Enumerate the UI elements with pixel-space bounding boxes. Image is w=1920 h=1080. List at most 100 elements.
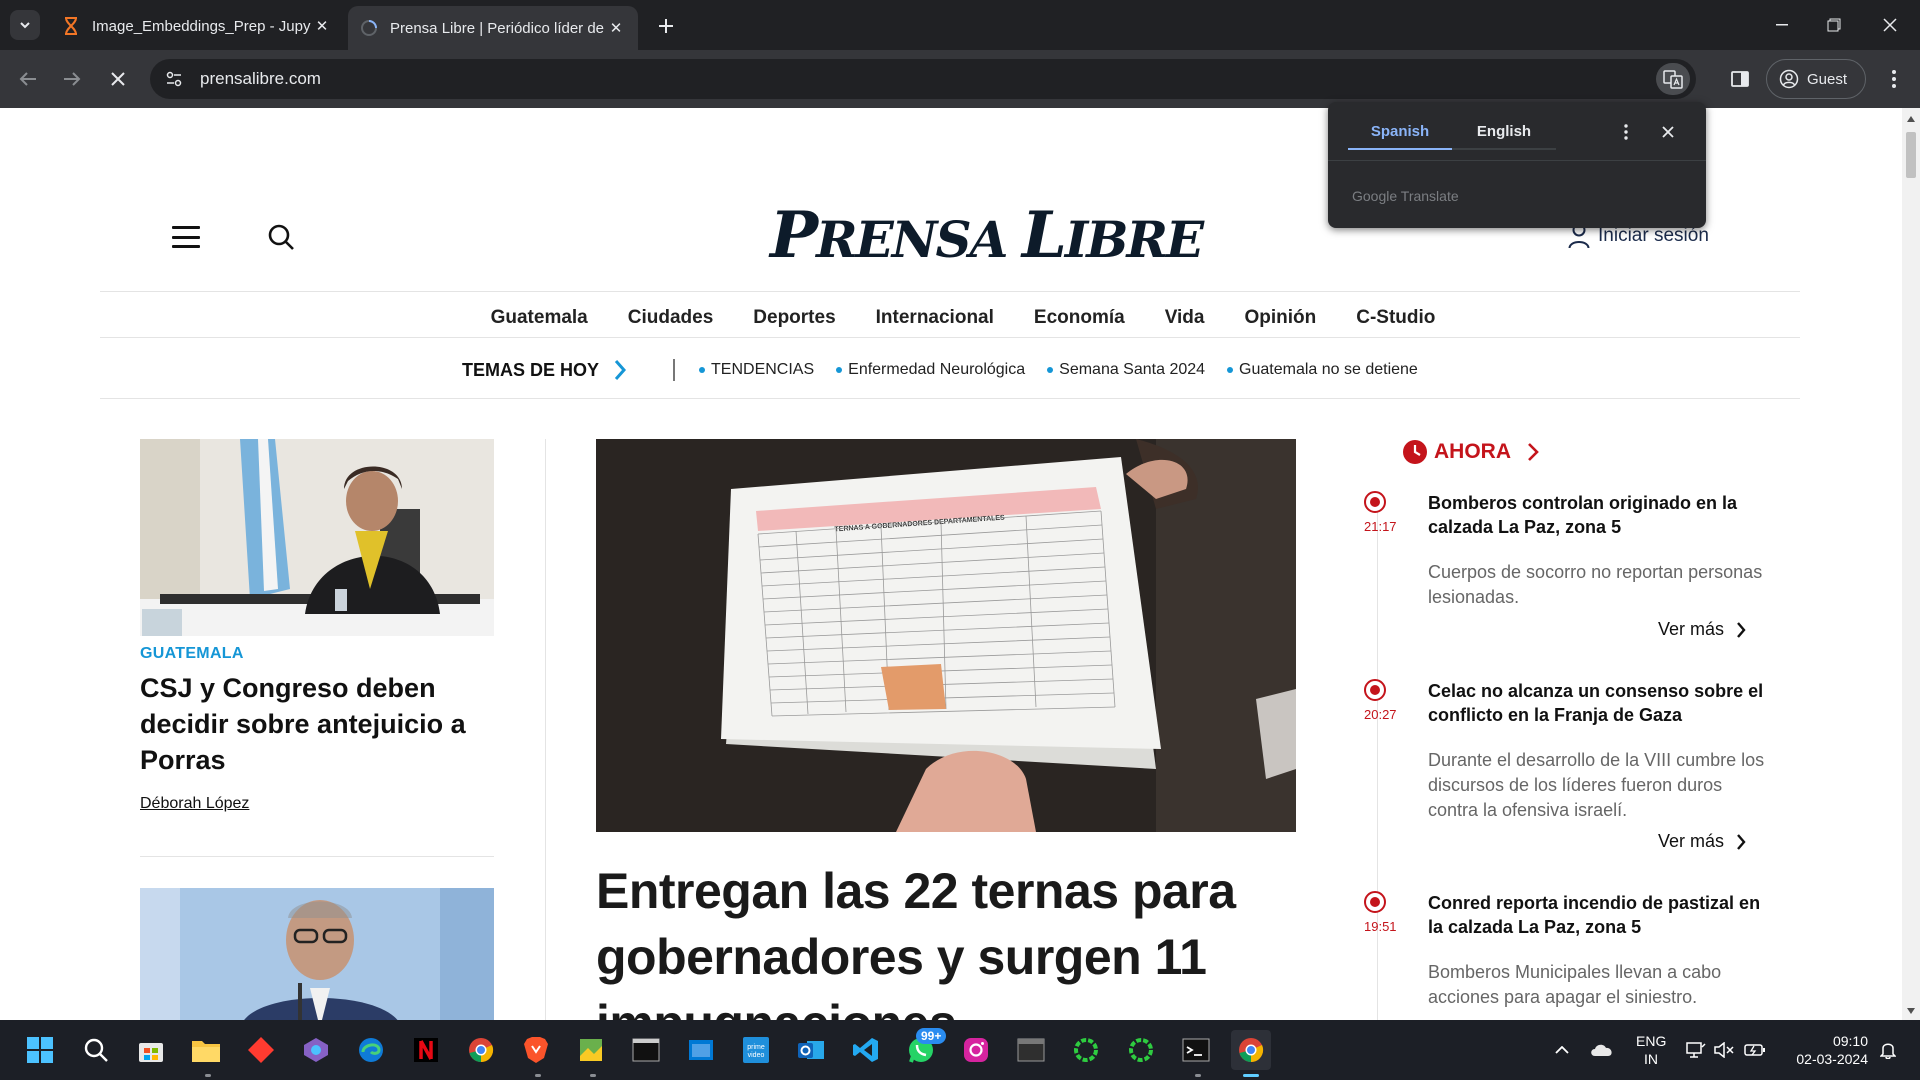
nav-item-ciudades[interactable]: Ciudades	[608, 296, 734, 340]
section-tag[interactable]: GUATEMALA	[140, 645, 244, 663]
tab-jupyter[interactable]: Image_Embeddings_Prep - Jupy ✕	[50, 6, 344, 46]
login-label: Iniciar sesión	[1598, 225, 1709, 246]
new-tab-button[interactable]	[652, 12, 680, 40]
taskbar-terminal-1[interactable]	[626, 1030, 666, 1070]
back-button[interactable]	[10, 61, 46, 97]
story-photo[interactable]	[140, 888, 494, 1020]
side-panel-button[interactable]	[1722, 61, 1758, 97]
hamburger-menu-icon[interactable]	[172, 226, 200, 248]
scroll-up-icon[interactable]	[1907, 116, 1915, 122]
profile-button[interactable]: Guest	[1766, 59, 1866, 99]
battery-button[interactable]	[1742, 1020, 1768, 1080]
hero-photo[interactable]: TERNAS A GOBERNADORES DEPARTAMENTALES	[596, 439, 1296, 832]
taskbar-store[interactable]	[131, 1030, 171, 1070]
onedrive-button[interactable]	[1588, 1020, 1616, 1080]
tab-close-icon[interactable]: ✕	[312, 16, 332, 36]
show-hidden-icons-button[interactable]	[1550, 1020, 1574, 1080]
forward-button[interactable]	[54, 61, 90, 97]
taskbar-netflix[interactable]	[406, 1030, 446, 1070]
tab-search-button[interactable]	[10, 10, 40, 40]
translate-tab-spanish[interactable]: Spanish	[1348, 114, 1452, 150]
close-window-button[interactable]	[1860, 0, 1920, 50]
minimize-button[interactable]	[1752, 0, 1812, 50]
nav-item-vida[interactable]: Vida	[1145, 296, 1225, 340]
browser-menu-button[interactable]	[1876, 61, 1912, 97]
clock-icon	[1403, 440, 1427, 464]
nav-item-guatemala[interactable]: Guatemala	[471, 296, 608, 340]
trending-item[interactable]: Guatemala no se detiene	[1227, 361, 1418, 379]
author-link[interactable]: Déborah López	[140, 795, 249, 813]
page-scrollbar[interactable]	[1902, 108, 1920, 1020]
live-item[interactable]: 20:27 Celac no alcanza un consenso sobre…	[1364, 679, 1804, 859]
taskbar-edge[interactable]	[351, 1030, 391, 1070]
nav-item-internacional[interactable]: Internacional	[856, 296, 1014, 340]
trending-item[interactable]: Semana Santa 2024	[1047, 361, 1205, 379]
search-icon[interactable]	[266, 222, 296, 252]
volume-button[interactable]	[1712, 1020, 1736, 1080]
scroll-down-icon[interactable]	[1907, 1008, 1915, 1014]
taskbar-copilot[interactable]	[296, 1030, 336, 1070]
side-panel-icon	[1731, 71, 1749, 87]
region-code: IN	[1644, 1051, 1658, 1067]
live-title[interactable]: Conred reporta incendio de pastizal en l…	[1428, 891, 1768, 939]
taskbar-file-explorer[interactable]	[186, 1030, 226, 1070]
taskbar-outlook[interactable]	[791, 1030, 831, 1070]
live-item[interactable]: 21:17 Bomberos controlan originado en la…	[1364, 491, 1804, 671]
translate-button[interactable]	[1656, 63, 1690, 95]
stop-loading-button[interactable]	[100, 61, 136, 97]
trending-item-label: Enfermedad Neurológica	[848, 361, 1026, 378]
nav-item-economia[interactable]: Economía	[1014, 296, 1145, 340]
taskbar-vscode[interactable]	[846, 1030, 886, 1070]
live-title[interactable]: Celac no alcanza un consenso sobre el co…	[1428, 679, 1768, 727]
restore-button[interactable]	[1804, 0, 1864, 50]
column-divider	[545, 439, 546, 1020]
url-text[interactable]: prensalibre.com	[200, 69, 321, 89]
taskbar-chrome-2[interactable]	[1231, 1030, 1271, 1070]
taskbar-app-red[interactable]	[241, 1030, 281, 1070]
input-language-button[interactable]: ENG IN	[1636, 1032, 1666, 1068]
taskbar-instagram[interactable]	[956, 1030, 996, 1070]
logo-text: RENSA	[816, 210, 1022, 269]
translate-options-button[interactable]	[1614, 120, 1638, 144]
taskbar-prime-video[interactable]: prime video	[736, 1030, 776, 1070]
translate-tab-english[interactable]: English	[1452, 114, 1556, 150]
nav-item-deportes[interactable]: Deportes	[733, 296, 855, 340]
taskbar-app-green-1[interactable]	[1066, 1030, 1106, 1070]
taskbar-app-blue[interactable]	[681, 1030, 721, 1070]
nav-item-c-studio[interactable]: C-Studio	[1336, 296, 1455, 340]
hero-headline[interactable]: Entregan las 22 ternas para gobernadores…	[596, 858, 1296, 1020]
chevron-right-icon[interactable]	[613, 359, 627, 381]
tab-prensa-libre[interactable]: Prensa Libre | Periódico líder de ✕	[348, 6, 638, 50]
live-time: 20:27	[1364, 707, 1397, 722]
taskbar-chrome-1[interactable]	[461, 1030, 501, 1070]
ver-mas-link[interactable]: Ver más	[1658, 831, 1746, 852]
story-photo[interactable]	[140, 439, 494, 636]
taskbar-clock[interactable]: 09:10 02-03-2024	[1784, 1032, 1868, 1068]
tab-close-icon[interactable]: ✕	[606, 18, 626, 38]
taskbar-image-viewer[interactable]	[571, 1030, 611, 1070]
live-heading[interactable]: AHORA	[1402, 439, 1539, 465]
start-button[interactable]	[20, 1030, 60, 1070]
trending-item[interactable]: TENDENCIAS	[699, 361, 814, 379]
trending-item[interactable]: Enfermedad Neurológica	[836, 361, 1025, 379]
taskbar-app-green-2[interactable]	[1121, 1030, 1161, 1070]
address-bar[interactable]: prensalibre.com	[150, 59, 1696, 99]
translate-close-button[interactable]	[1656, 120, 1680, 144]
live-title[interactable]: Bomberos controlan originado en la calza…	[1428, 491, 1768, 539]
ver-mas-link[interactable]: Ver más	[1658, 619, 1746, 640]
page-viewport: PRENSA LIBRE Iniciar sesión Guatemala Ci…	[0, 108, 1902, 1020]
scroll-thumb[interactable]	[1906, 132, 1916, 178]
notifications-button[interactable]	[1876, 1020, 1900, 1080]
network-button[interactable]	[1684, 1020, 1708, 1080]
taskbar-search-button[interactable]	[76, 1030, 116, 1070]
story-headline[interactable]: CSJ y Congreso deben decidir sobre antej…	[140, 670, 494, 778]
taskbar-brave[interactable]	[516, 1030, 556, 1070]
taskbar-terminal-2[interactable]	[1176, 1030, 1216, 1070]
live-item[interactable]: 19:51 Conred reporta incendio de pastiza…	[1364, 891, 1804, 1020]
bell-icon	[1880, 1043, 1896, 1059]
site-logo[interactable]: PRENSA LIBRE	[770, 196, 1204, 276]
site-info-icon[interactable]	[156, 61, 192, 97]
nav-item-opinion[interactable]: Opinión	[1224, 296, 1336, 340]
store-icon	[139, 1043, 163, 1062]
taskbar-app-window[interactable]	[1011, 1030, 1051, 1070]
